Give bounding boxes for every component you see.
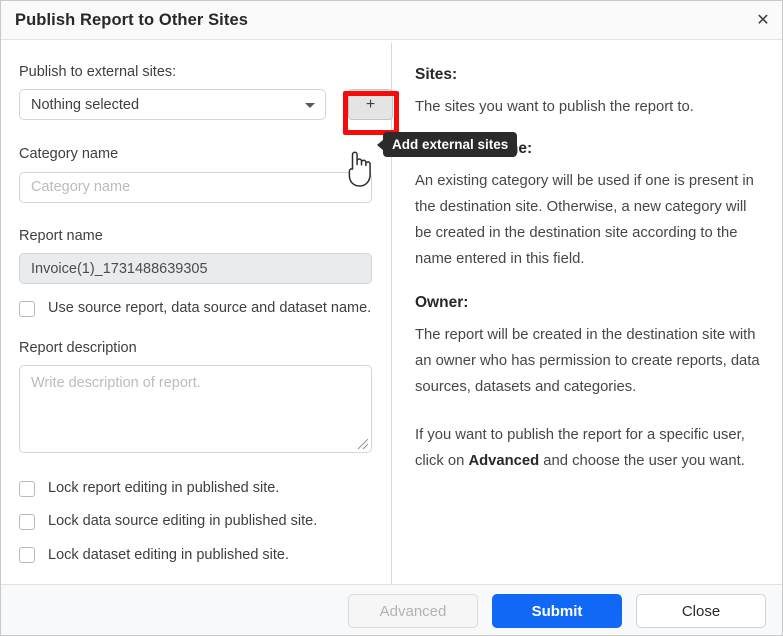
lock-data-source-editing-label: Lock data source editing in published si… xyxy=(48,513,318,530)
help-column: Sites: The sites you want to publish the… xyxy=(392,40,782,584)
chevron-down-icon xyxy=(305,102,315,108)
page-title: Publish Report to Other Sites xyxy=(15,11,249,29)
tooltip: Add external sites xyxy=(377,132,518,157)
dialog-header: Publish Report to Other Sites ✕ xyxy=(1,1,782,40)
external-sites-select[interactable]: Nothing selected xyxy=(19,89,326,121)
lock-report-editing-row[interactable]: Lock report editing in published site. xyxy=(19,480,373,497)
help-advanced-text: If you want to publish the report for a … xyxy=(415,422,767,474)
external-sites-select-value: Nothing selected xyxy=(31,96,140,113)
external-sites-row: Nothing selected + xyxy=(19,89,399,136)
use-source-report-checkbox[interactable] xyxy=(19,300,35,317)
use-source-report-row[interactable]: Use source report, data source and datas… xyxy=(19,300,373,317)
lock-dataset-editing-checkbox[interactable] xyxy=(19,547,35,564)
help-advanced-text-after: and choose the user you want. xyxy=(539,453,745,469)
close-icon[interactable]: ✕ xyxy=(750,8,776,34)
close-button[interactable]: Close xyxy=(636,594,766,628)
help-owner-heading: Owner: xyxy=(415,294,469,311)
lock-data-source-editing-row[interactable]: Lock data source editing in published si… xyxy=(19,513,373,531)
help-advanced-bold: Advanced xyxy=(468,453,540,469)
submit-button[interactable]: Submit xyxy=(492,594,622,628)
report-name-input[interactable]: Invoice(1)_1731488639305 xyxy=(19,253,372,285)
dialog-body: Publish to external sites: Nothing selec… xyxy=(1,40,782,584)
lock-report-editing-label: Lock report editing in published site. xyxy=(48,479,280,496)
report-description-placeholder: Write description of report. xyxy=(31,374,201,391)
report-description-label: Report description xyxy=(19,339,137,356)
category-name-input[interactable]: Category name xyxy=(19,171,372,203)
lock-dataset-editing-row[interactable]: Lock dataset editing in published site. xyxy=(19,547,373,564)
help-owner-text: The report will be created in the destin… xyxy=(415,327,760,395)
lock-dataset-editing-label: Lock dataset editing in published site. xyxy=(48,546,290,563)
resize-grip-icon[interactable] xyxy=(357,438,369,450)
dialog-footer: Advanced Submit Close xyxy=(1,584,782,635)
report-description-textarea[interactable]: Write description of report. xyxy=(19,364,372,453)
advanced-button[interactable]: Advanced xyxy=(348,594,478,628)
lock-data-source-editing-checkbox[interactable] xyxy=(19,514,35,531)
help-sites-heading: Sites: xyxy=(415,66,458,83)
category-name-label: Category name xyxy=(19,146,119,163)
use-source-report-label: Use source report, data source and datas… xyxy=(48,300,372,317)
tooltip-arrow-icon xyxy=(377,138,384,151)
publish-report-dialog: Publish Report to Other Sites ✕ Publish … xyxy=(0,0,783,636)
form-column: Publish to external sites: Nothing selec… xyxy=(1,40,399,584)
publish-to-external-sites-label: Publish to external sites: xyxy=(19,64,177,80)
tooltip-label: Add external sites xyxy=(392,137,509,152)
help-category-text: An existing category will be used if one… xyxy=(415,173,754,267)
help-sites-text: The sites you want to publish the report… xyxy=(415,99,694,115)
report-name-label: Report name xyxy=(19,227,103,244)
add-external-sites-button[interactable]: + xyxy=(348,89,393,121)
lock-report-editing-checkbox[interactable] xyxy=(19,480,35,497)
